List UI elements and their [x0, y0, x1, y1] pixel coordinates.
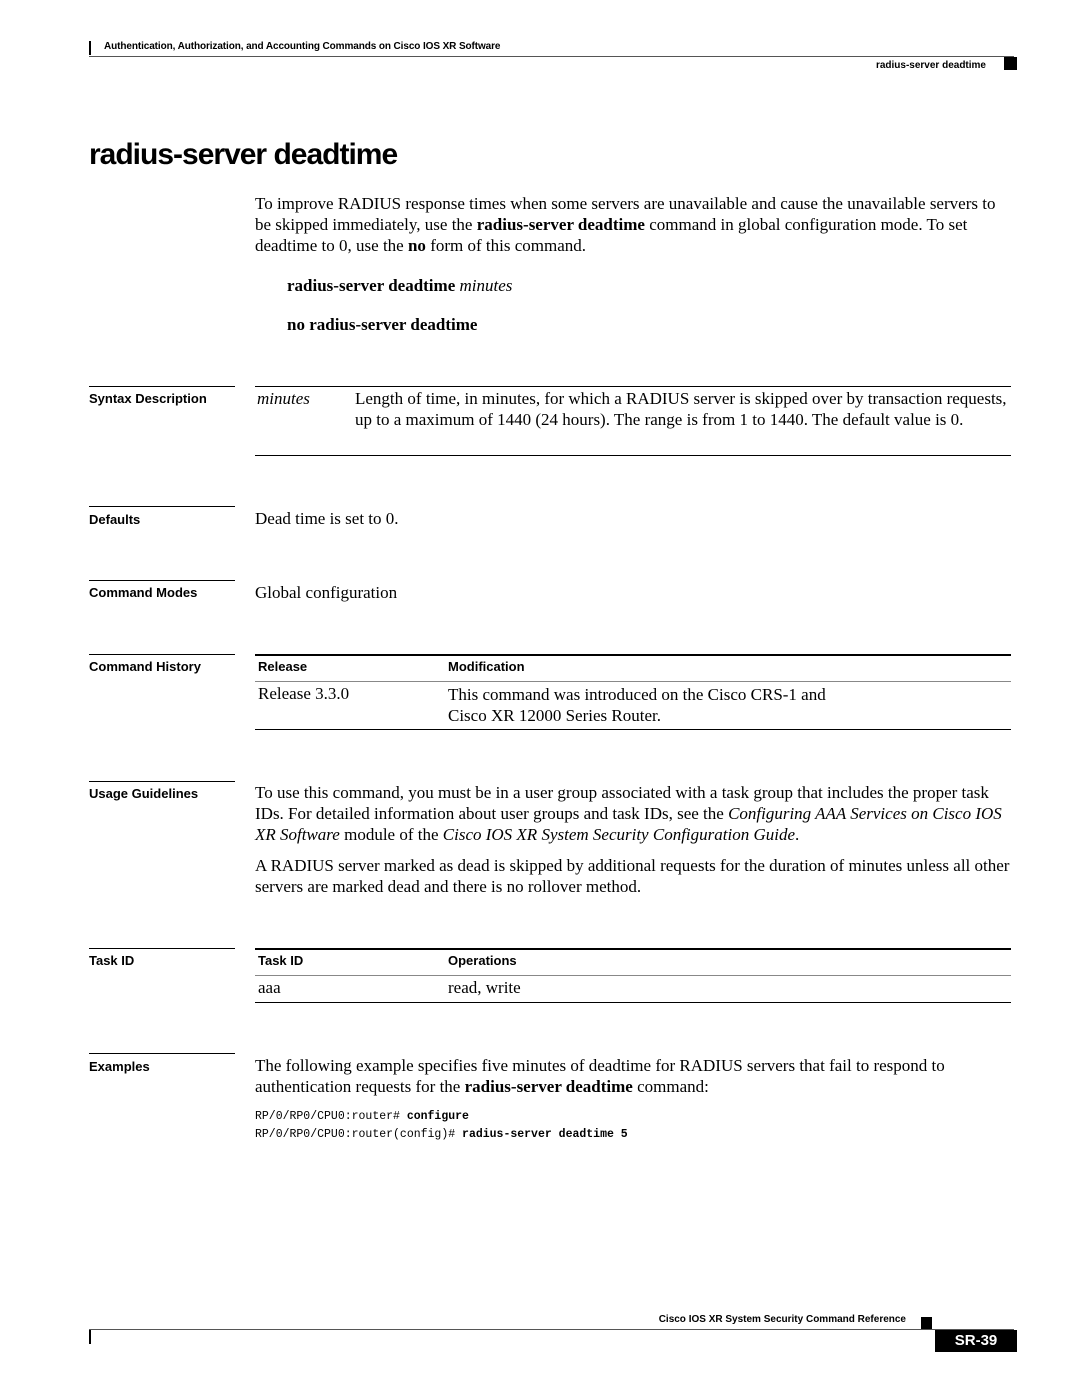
code-command: configure — [406, 1110, 469, 1123]
section-label-command-history: Command History — [89, 659, 201, 674]
header-left-bar — [89, 41, 91, 55]
command-modes-text: Global configuration — [255, 583, 398, 602]
table-bottom-rule — [255, 1002, 1011, 1003]
section-label-examples: Examples — [89, 1059, 150, 1074]
table-top-rule — [255, 948, 1011, 950]
intro-command: radius-server deadtime — [476, 215, 645, 234]
usage-text: module of the — [339, 825, 443, 844]
footer-book-title: Cisco IOS XR System Security Command Ref… — [658, 1314, 906, 1325]
section-rule — [89, 654, 235, 655]
examples-command: radius-server deadtime — [464, 1077, 633, 1096]
section-label-task-id: Task ID — [89, 953, 135, 968]
task-operations-value: read, write — [448, 978, 521, 997]
section-rule — [89, 580, 235, 581]
examples-paragraph: The following example specifies five min… — [255, 1055, 1017, 1097]
history-modification-line: This command was introduced on the Cisco… — [448, 685, 826, 704]
task-id-value: aaa — [258, 978, 281, 997]
code-line: RP/0/RP0/CPU0:router# configure — [255, 1108, 628, 1126]
running-head: radius-server deadtime — [875, 60, 986, 71]
code-prompt: RP/0/RP0/CPU0:router# — [255, 1110, 407, 1123]
table-bottom-rule — [255, 455, 1011, 456]
history-modification-line: Cisco XR 12000 Series Router. — [448, 706, 661, 725]
header-marker-block — [1004, 57, 1017, 70]
table-top-rule — [255, 654, 1011, 656]
footer-marker-block — [921, 1317, 932, 1329]
section-label-syntax-description: Syntax Description — [89, 391, 207, 406]
footer-left-bar — [89, 1330, 91, 1344]
syntax-no-form: no radius-server deadtime — [287, 315, 478, 334]
section-rule — [89, 506, 235, 507]
code-line: RP/0/RP0/CPU0:router(config)# radius-ser… — [255, 1126, 628, 1144]
section-rule — [89, 781, 235, 782]
intro-no-keyword: no — [407, 236, 426, 255]
footer-rule — [89, 1329, 1014, 1330]
section-label-command-modes: Command Modes — [89, 585, 198, 600]
column-header-release: Release — [258, 659, 308, 674]
intro-paragraph: To improve RADIUS response times when so… — [255, 193, 1015, 256]
table-bottom-rule — [255, 729, 1011, 730]
examples-text: command: — [632, 1077, 709, 1096]
section-rule — [89, 1053, 235, 1054]
column-header-task-id: Task ID — [258, 953, 304, 968]
section-label-usage-guidelines: Usage Guidelines — [89, 786, 199, 801]
section-rule — [89, 386, 235, 387]
chapter-title: Authentication, Authorization, and Accou… — [104, 41, 501, 52]
syntax-term-description: Length of time, in minutes, for which a … — [355, 389, 1007, 429]
usage-guide-reference: Cisco IOS XR System Security Configurati… — [442, 825, 795, 844]
syntax-line: radius-server deadtime minutes — [287, 276, 512, 296]
syntax-term: minutes — [257, 389, 310, 408]
code-command: radius-server deadtime 5 — [462, 1128, 628, 1141]
intro-text: form of this command. — [425, 236, 586, 255]
history-modification: This command was introduced on the Cisco… — [448, 684, 826, 726]
usage-text: . — [795, 825, 800, 844]
code-example: RP/0/RP0/CPU0:router# configure RP/0/RP0… — [255, 1108, 628, 1144]
syntax-command: radius-server deadtime — [287, 276, 456, 295]
syntax-argument: minutes — [459, 276, 513, 295]
code-prompt: RP/0/RP0/CPU0:router(config)# — [255, 1128, 463, 1141]
history-release: Release 3.3.0 — [258, 684, 350, 703]
section-rule — [89, 948, 235, 949]
page-number: SR-39 — [935, 1330, 1017, 1352]
defaults-text: Dead time is set to 0. — [255, 509, 399, 528]
usage-paragraph-2: A RADIUS server marked as dead is skippe… — [255, 856, 1010, 896]
usage-paragraph-1: To use this command, you must be in a us… — [255, 782, 1017, 845]
header-rule — [89, 56, 1014, 57]
table-header-rule — [255, 975, 1011, 976]
table-top-rule — [255, 386, 1011, 387]
section-label-defaults: Defaults — [89, 512, 141, 527]
column-header-modification: Modification — [448, 659, 525, 674]
column-header-operations: Operations — [448, 953, 517, 968]
page-title: radius-server deadtime — [89, 138, 398, 171]
table-header-rule — [255, 681, 1011, 682]
